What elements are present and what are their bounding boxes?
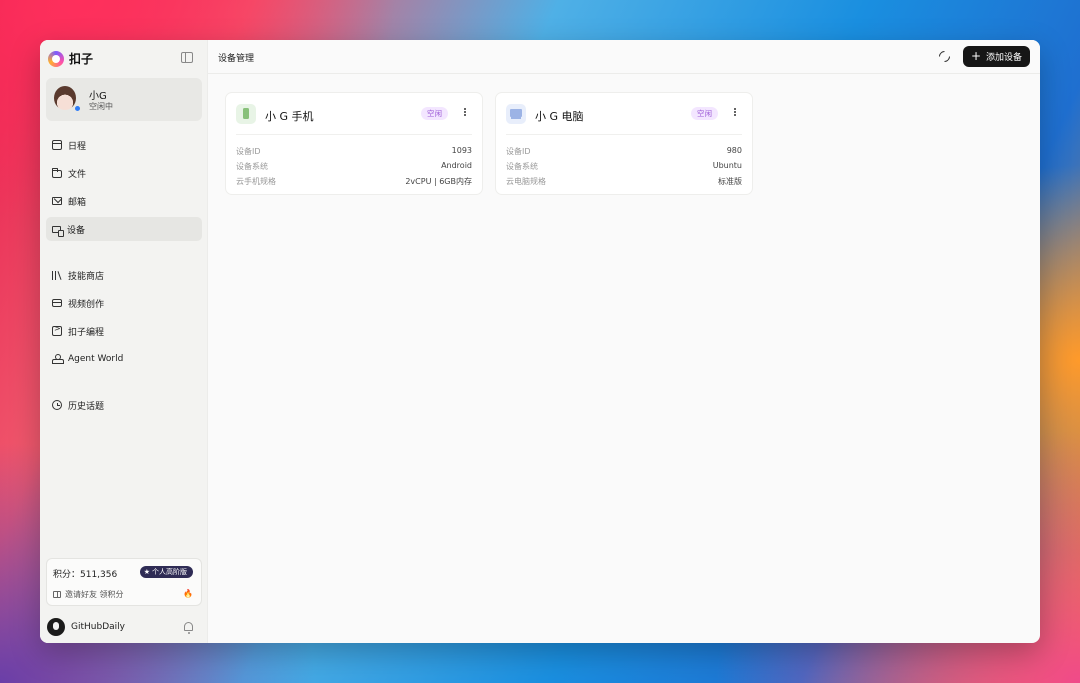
info-label: 设备系统 [506,162,538,171]
device-card[interactable]: 小 G 电脑 空闲 设备ID 980 设备系统 Ubuntu 云电脑规格 标准版 [495,92,753,195]
device-card-header: 小 G 电脑 空闲 [506,93,742,135]
points-balance: 积分：511,356 [53,570,118,580]
phone-icon [236,104,256,124]
sidebar-toggle-icon[interactable] [181,52,193,63]
info-label: 云电脑规格 [506,177,546,186]
sidebar-item-schedule[interactable]: 日程 [46,133,202,157]
monitor-icon [506,104,526,124]
clapperboard-icon [52,299,62,307]
user-name: 小G [89,91,107,102]
brand-name: 扣子 [69,52,94,66]
info-value: 1093 [451,146,472,155]
sidebar-item-coding[interactable]: 扣子编程 [46,319,202,343]
sidebar-item-label: 文件 [68,169,87,180]
terminal-icon [52,324,62,336]
footer-user[interactable]: GitHubDaily [47,618,125,636]
device-card-header: 小 G 手机 空闲 [236,93,472,135]
info-value: 2vCPU | 6GB内存 [405,177,472,186]
add-device-button[interactable]: + 添加设备 [963,46,1030,67]
logo-icon [48,50,64,67]
library-icon [52,270,62,280]
bell-icon[interactable] [184,622,193,634]
info-row: 设备系统 Android [236,161,472,173]
gift-icon [53,591,61,598]
sidebar-item-label: 视频创作 [68,299,105,310]
info-value: 标准版 [718,177,742,186]
sidebar-item-agent-world[interactable]: Agent World [46,347,202,371]
info-row: 设备ID 980 [506,146,742,158]
sidebar-item-devices[interactable]: 设备 [46,217,202,241]
sidebar-item-label: 历史话题 [68,401,105,412]
info-row: 设备系统 Ubuntu [506,161,742,173]
plus-icon: + [970,49,982,63]
status-badge: 空闲 [691,107,718,120]
info-label: 设备ID [236,147,261,156]
agent-icon [52,354,64,364]
add-device-label: 添加设备 [986,53,1023,63]
sidebar-item-label: 扣子编程 [68,327,105,338]
sidebar-item-mail[interactable]: 邮箱 [46,189,202,213]
info-label: 设备ID [506,147,531,156]
info-value: Ubuntu [712,161,742,170]
device-icon [52,225,64,237]
sidebar: 扣子 小G 空闲中 日程 文件 邮箱 设备 技能商店 视频创作 > 扣子编程 A… [40,40,208,643]
sidebar-item-label: 设备 [67,225,86,236]
more-vertical-icon[interactable] [734,108,736,110]
star-icon: ★ [143,568,150,576]
history-icon [52,400,62,410]
status-badge: 空闲 [421,107,448,120]
points-card[interactable]: 积分：511,356 ★ 个人高阶版 邀请好友 领积分 🔥 [46,558,202,606]
footer-user-name: GitHubDaily [71,622,125,632]
sidebar-item-label: 日程 [68,141,87,152]
device-name: 小 G 手机 [265,110,314,123]
mail-icon [52,197,62,205]
user-status: 空闲中 [89,102,113,111]
plan-label: 个人高阶版 [152,568,187,576]
main-area: 设备管理 + 添加设备 小 G 手机 空闲 设备ID 1093 设备系统 And… [208,40,1040,643]
info-value: 980 [726,146,742,155]
refresh-icon[interactable] [936,48,953,65]
device-card[interactable]: 小 G 手机 空闲 设备ID 1093 设备系统 Android 云手机规格 2… [225,92,483,195]
invite-link[interactable]: 邀请好友 领积分 [53,589,124,600]
fire-icon: 🔥 [183,589,193,598]
avatar [54,86,76,110]
invite-text: 邀请好友 领积分 [65,590,124,599]
calendar-icon [52,140,62,150]
info-label: 设备系统 [236,162,268,171]
app-window: 扣子 小G 空闲中 日程 文件 邮箱 设备 技能商店 视频创作 > 扣子编程 A… [40,40,1040,643]
sidebar-item-label: Agent World [68,354,124,364]
sidebar-item-label: 技能商店 [68,271,105,282]
status-dot-icon [74,105,81,112]
brand[interactable]: 扣子 [48,50,93,67]
sidebar-item-files[interactable]: 文件 [46,161,202,185]
plan-badge[interactable]: ★ 个人高阶版 [139,566,193,578]
user-avatar [47,618,65,636]
sidebar-item-label: 邮箱 [68,197,87,208]
sidebar-item-history[interactable]: 历史话题 [46,393,202,417]
info-row: 云电脑规格 标准版 [506,176,742,188]
sidebar-item-video[interactable]: 视频创作 [46,291,202,315]
folder-icon [52,168,62,178]
info-value: Android [441,161,472,170]
info-label: 云手机规格 [236,177,276,186]
page-title: 设备管理 [218,54,255,64]
info-row: 云手机规格 2vCPU | 6GB内存 [236,176,472,188]
more-vertical-icon[interactable] [464,108,466,110]
top-bar: 设备管理 + 添加设备 [208,40,1040,74]
sidebar-item-skill-store[interactable]: 技能商店 [46,263,202,287]
device-name: 小 G 电脑 [535,110,584,123]
user-card[interactable]: 小G 空闲中 [46,78,202,121]
info-row: 设备ID 1093 [236,146,472,158]
